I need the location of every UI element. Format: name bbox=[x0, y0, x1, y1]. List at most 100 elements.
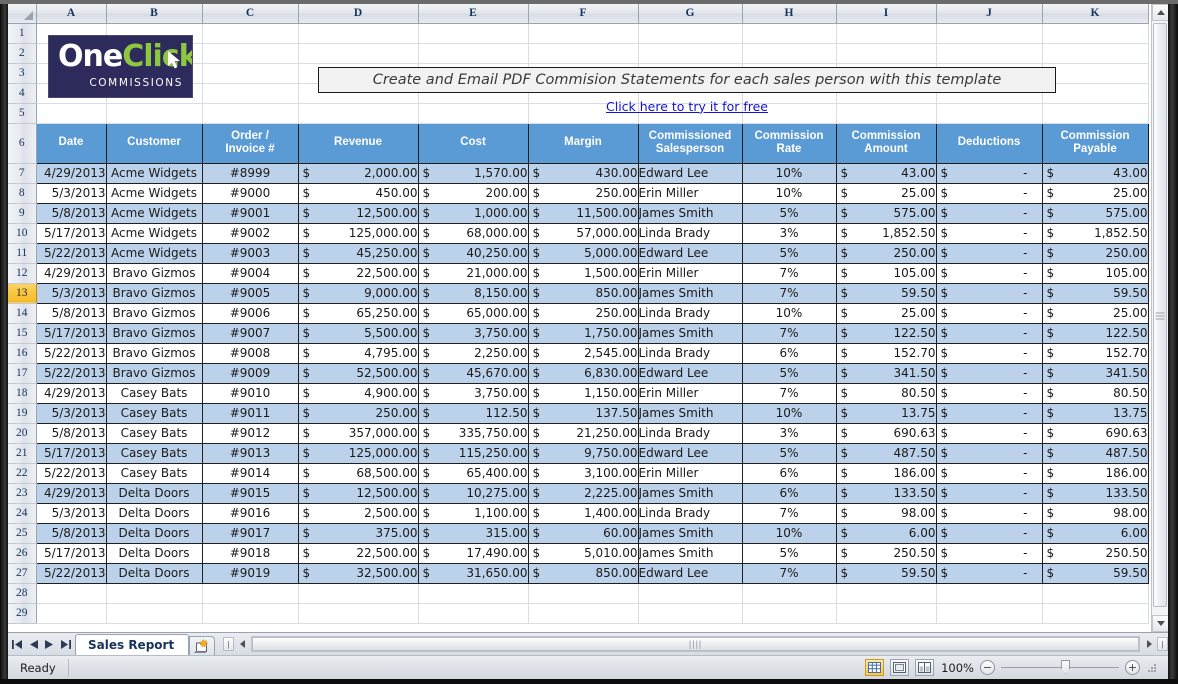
cell-customer[interactable]: Casey Bats bbox=[106, 463, 202, 483]
empty-cell-k4[interactable] bbox=[1042, 83, 1148, 103]
cell-invoice[interactable]: #8999 bbox=[202, 163, 298, 183]
cell-cost[interactable]: $3,750.00 bbox=[418, 383, 528, 403]
row-header-15[interactable]: 15 bbox=[8, 323, 36, 343]
row-header-26[interactable]: 26 bbox=[8, 543, 36, 563]
row-header-17[interactable]: 17 bbox=[8, 363, 36, 383]
cell-revenue[interactable]: $22,500.00 bbox=[298, 543, 418, 563]
row-header-20[interactable]: 20 bbox=[8, 423, 36, 443]
row-header-29[interactable]: 29 bbox=[8, 603, 36, 623]
cell-cost[interactable]: $65,400.00 bbox=[418, 463, 528, 483]
cell-margin[interactable]: $21,250.00 bbox=[528, 423, 638, 443]
cell-revenue[interactable]: $125,000.00 bbox=[298, 443, 418, 463]
cell-customer[interactable]: Bravo Gizmos bbox=[106, 343, 202, 363]
cell-margin[interactable]: $5,010.00 bbox=[528, 543, 638, 563]
normal-view-button[interactable] bbox=[865, 659, 884, 676]
cell-customer[interactable]: Bravo Gizmos bbox=[106, 283, 202, 303]
empty-cell-a28[interactable] bbox=[36, 583, 106, 603]
empty-cell-h29[interactable] bbox=[742, 603, 836, 623]
empty-cell-g29[interactable] bbox=[638, 603, 742, 623]
cell-margin[interactable]: $137.50 bbox=[528, 403, 638, 423]
cell-deductions[interactable]: $- bbox=[936, 183, 1042, 203]
cell-commission-amount[interactable]: $13.75 bbox=[836, 403, 936, 423]
cell-salesperson[interactable]: James Smith bbox=[638, 203, 742, 223]
empty-cell-c1[interactable] bbox=[202, 23, 298, 43]
cell-salesperson[interactable]: Edward Lee bbox=[638, 363, 742, 383]
vertical-scroll-thumb[interactable] bbox=[1153, 23, 1167, 607]
cell-commission-amount[interactable]: $6.00 bbox=[836, 523, 936, 543]
column-header-c[interactable]: C bbox=[202, 4, 298, 23]
cell-invoice[interactable]: #9012 bbox=[202, 423, 298, 443]
cell-commission-amount[interactable]: $487.50 bbox=[836, 443, 936, 463]
cell-cost[interactable]: $8,150.00 bbox=[418, 283, 528, 303]
table-header-j[interactable]: Deductions bbox=[936, 123, 1042, 163]
row-header-13[interactable]: 13 bbox=[8, 283, 36, 303]
cell-margin[interactable]: $1,150.00 bbox=[528, 383, 638, 403]
cell-commission-amount[interactable]: $98.00 bbox=[836, 503, 936, 523]
cell-commission-payable[interactable]: $1,852.50 bbox=[1042, 223, 1148, 243]
empty-cell-g2[interactable] bbox=[638, 43, 742, 63]
cell-revenue[interactable]: $9,000.00 bbox=[298, 283, 418, 303]
empty-cell-k29[interactable] bbox=[1042, 603, 1148, 623]
cell-invoice[interactable]: #9018 bbox=[202, 543, 298, 563]
cell-revenue[interactable]: $450.00 bbox=[298, 183, 418, 203]
cell-revenue[interactable]: $22,500.00 bbox=[298, 263, 418, 283]
cell-commission-payable[interactable]: $98.00 bbox=[1042, 503, 1148, 523]
row-header-16[interactable]: 16 bbox=[8, 343, 36, 363]
cell-commission-rate[interactable]: 6% bbox=[742, 483, 836, 503]
cell-deductions[interactable]: $- bbox=[936, 423, 1042, 443]
cell-cost[interactable]: $10,275.00 bbox=[418, 483, 528, 503]
table-header-k[interactable]: CommissionPayable bbox=[1042, 123, 1148, 163]
cell-cost[interactable]: $31,650.00 bbox=[418, 563, 528, 583]
cell-salesperson[interactable]: Linda Brady bbox=[638, 223, 742, 243]
cell-deductions[interactable]: $- bbox=[936, 283, 1042, 303]
table-header-a[interactable]: Date bbox=[36, 123, 106, 163]
table-header-f[interactable]: Margin bbox=[528, 123, 638, 163]
cell-date[interactable]: 4/29/2013 bbox=[36, 483, 106, 503]
table-header-c[interactable]: Order /Invoice # bbox=[202, 123, 298, 163]
cell-revenue[interactable]: $375.00 bbox=[298, 523, 418, 543]
cell-commission-amount[interactable]: $575.00 bbox=[836, 203, 936, 223]
cell-invoice[interactable]: #9001 bbox=[202, 203, 298, 223]
scroll-up-button[interactable] bbox=[1152, 4, 1168, 21]
cell-salesperson[interactable]: James Smith bbox=[638, 283, 742, 303]
cell-margin[interactable]: $3,100.00 bbox=[528, 463, 638, 483]
cell-deductions[interactable]: $- bbox=[936, 483, 1042, 503]
cell-commission-amount[interactable]: $250.00 bbox=[836, 243, 936, 263]
cell-commission-rate[interactable]: 7% bbox=[742, 503, 836, 523]
cell-cost[interactable]: $65,000.00 bbox=[418, 303, 528, 323]
row-header-12[interactable]: 12 bbox=[8, 263, 36, 283]
row-header-5[interactable]: 5 bbox=[8, 103, 36, 123]
empty-cell-i29[interactable] bbox=[836, 603, 936, 623]
cell-deductions[interactable]: $- bbox=[936, 383, 1042, 403]
empty-cell-k3[interactable] bbox=[1042, 63, 1148, 83]
cell-date[interactable]: 5/8/2013 bbox=[36, 523, 106, 543]
cell-cost[interactable]: $21,000.00 bbox=[418, 263, 528, 283]
cell-revenue[interactable]: $68,500.00 bbox=[298, 463, 418, 483]
cell-customer[interactable]: Bravo Gizmos bbox=[106, 323, 202, 343]
empty-cell-c2[interactable] bbox=[202, 43, 298, 63]
cell-date[interactable]: 5/8/2013 bbox=[36, 423, 106, 443]
empty-cell-d29[interactable] bbox=[298, 603, 418, 623]
column-header-f[interactable]: F bbox=[528, 4, 638, 23]
cell-invoice[interactable]: #9010 bbox=[202, 383, 298, 403]
empty-cell-j28[interactable] bbox=[936, 583, 1042, 603]
cell-invoice[interactable]: #9002 bbox=[202, 223, 298, 243]
empty-cell-f29[interactable] bbox=[528, 603, 638, 623]
cell-commission-amount[interactable]: $152.70 bbox=[836, 343, 936, 363]
empty-cell-c4[interactable] bbox=[202, 83, 298, 103]
cell-margin[interactable]: $1,500.00 bbox=[528, 263, 638, 283]
empty-cell-a5[interactable] bbox=[36, 103, 106, 123]
row-header-22[interactable]: 22 bbox=[8, 463, 36, 483]
cell-invoice[interactable]: #9015 bbox=[202, 483, 298, 503]
cell-invoice[interactable]: #9013 bbox=[202, 443, 298, 463]
cell-customer[interactable]: Delta Doors bbox=[106, 523, 202, 543]
cell-invoice[interactable]: #9007 bbox=[202, 323, 298, 343]
cell-margin[interactable]: $2,545.00 bbox=[528, 343, 638, 363]
cell-commission-rate[interactable]: 10% bbox=[742, 523, 836, 543]
cell-margin[interactable]: $5,000.00 bbox=[528, 243, 638, 263]
cell-invoice[interactable]: #9003 bbox=[202, 243, 298, 263]
cell-date[interactable]: 5/17/2013 bbox=[36, 443, 106, 463]
empty-cell-c29[interactable] bbox=[202, 603, 298, 623]
cell-commission-payable[interactable]: $487.50 bbox=[1042, 443, 1148, 463]
column-header-a[interactable]: A bbox=[36, 4, 106, 23]
